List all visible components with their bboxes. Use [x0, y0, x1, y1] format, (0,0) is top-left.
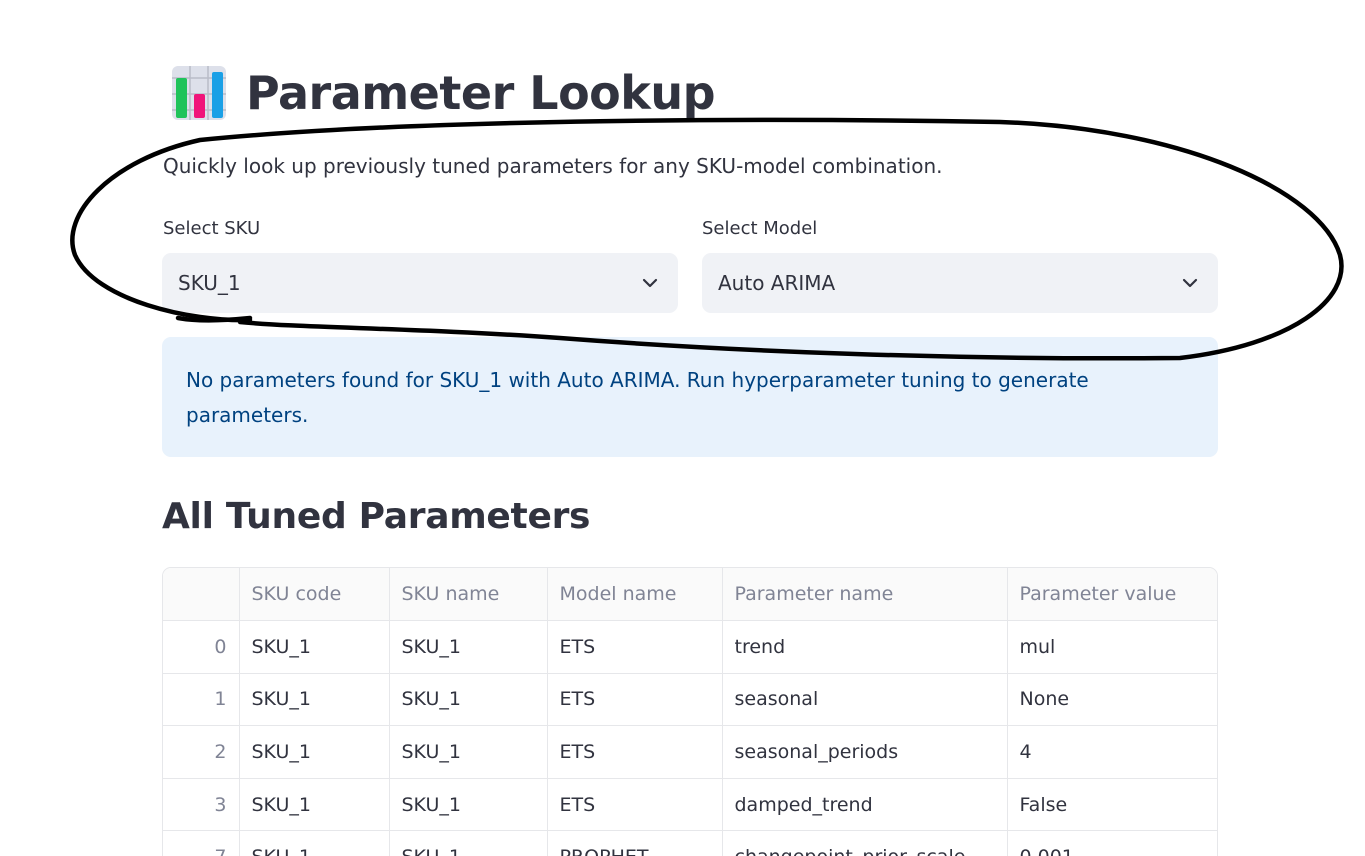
table-row: 1 SKU_1 SKU_1 ETS seasonal None [163, 673, 1217, 727]
cell-parameter-value[interactable]: mul [1007, 620, 1217, 674]
column-header-parameter-value[interactable]: Parameter value [1007, 568, 1217, 622]
table-row: 2 SKU_1 SKU_1 ETS seasonal_periods 4 [163, 725, 1217, 779]
column-header-sku-code[interactable]: SKU code [239, 568, 390, 622]
cell-parameter-name[interactable]: changepoint_prior_scale [722, 830, 1008, 856]
parameters-table[interactable]: SKU code SKU name Model name Parameter n… [162, 567, 1218, 856]
table-row: 3 SKU_1 SKU_1 ETS damped_trend False [163, 778, 1217, 832]
page-subtitle: Quickly look up previously tuned paramet… [163, 154, 943, 178]
model-select-label: Select Model [702, 218, 818, 239]
table-row: 7 SKU_1 SKU_1 PROPHET changepoint_prior_… [163, 830, 1217, 856]
chevron-down-icon [1182, 278, 1198, 288]
cell-sku-name[interactable]: SKU_1 [389, 620, 548, 674]
cell-parameter-value[interactable]: None [1007, 673, 1217, 727]
cell-parameter-value[interactable]: False [1007, 778, 1217, 832]
row-index: 1 [163, 673, 240, 727]
sku-select-value: SKU_1 [178, 271, 241, 295]
cell-sku-code[interactable]: SKU_1 [239, 673, 390, 727]
cell-model-name[interactable]: ETS [547, 778, 723, 832]
page-title: Parameter Lookup [246, 66, 716, 120]
cell-model-name[interactable]: PROPHET [547, 830, 723, 856]
row-index: 3 [163, 778, 240, 832]
cell-parameter-value[interactable]: 4 [1007, 725, 1217, 779]
row-index: 2 [163, 725, 240, 779]
cell-sku-code[interactable]: SKU_1 [239, 620, 390, 674]
section-heading: All Tuned Parameters [162, 496, 591, 537]
cell-sku-name[interactable]: SKU_1 [389, 830, 548, 856]
cell-parameter-name[interactable]: trend [722, 620, 1008, 674]
app-page: Parameter Lookup Quickly look up previou… [0, 0, 1365, 856]
model-select-value: Auto ARIMA [718, 271, 836, 295]
sku-select[interactable]: SKU_1 [162, 253, 678, 313]
cell-sku-name[interactable]: SKU_1 [389, 778, 548, 832]
cell-sku-name[interactable]: SKU_1 [389, 725, 548, 779]
column-header-sku-name[interactable]: SKU name [389, 568, 548, 622]
cell-sku-name[interactable]: SKU_1 [389, 673, 548, 727]
page-header: Parameter Lookup [170, 62, 716, 124]
cell-model-name[interactable]: ETS [547, 673, 723, 727]
table-row: 0 SKU_1 SKU_1 ETS trend mul [163, 620, 1217, 674]
column-header-parameter-name[interactable]: Parameter name [722, 568, 1008, 622]
cell-sku-code[interactable]: SKU_1 [239, 725, 390, 779]
chevron-down-icon [642, 278, 658, 288]
table-header-row: SKU code SKU name Model name Parameter n… [163, 568, 1217, 622]
cell-model-name[interactable]: ETS [547, 620, 723, 674]
cell-parameter-value[interactable]: 0.001 [1007, 830, 1217, 856]
column-header-model-name[interactable]: Model name [547, 568, 723, 622]
cell-sku-code[interactable]: SKU_1 [239, 830, 390, 856]
cell-parameter-name[interactable]: seasonal [722, 673, 1008, 727]
bar-chart-icon [172, 66, 226, 120]
cell-sku-code[interactable]: SKU_1 [239, 778, 390, 832]
cell-parameter-name[interactable]: damped_trend [722, 778, 1008, 832]
model-select[interactable]: Auto ARIMA [702, 253, 1218, 313]
cell-model-name[interactable]: ETS [547, 725, 723, 779]
cell-parameter-name[interactable]: seasonal_periods [722, 725, 1008, 779]
info-alert: No parameters found for SKU_1 with Auto … [162, 337, 1218, 457]
row-index: 7 [163, 830, 240, 856]
info-alert-message: No parameters found for SKU_1 with Auto … [186, 368, 1089, 427]
sku-select-label: Select SKU [163, 218, 261, 239]
column-header-index[interactable] [163, 568, 240, 622]
row-index: 0 [163, 620, 240, 674]
